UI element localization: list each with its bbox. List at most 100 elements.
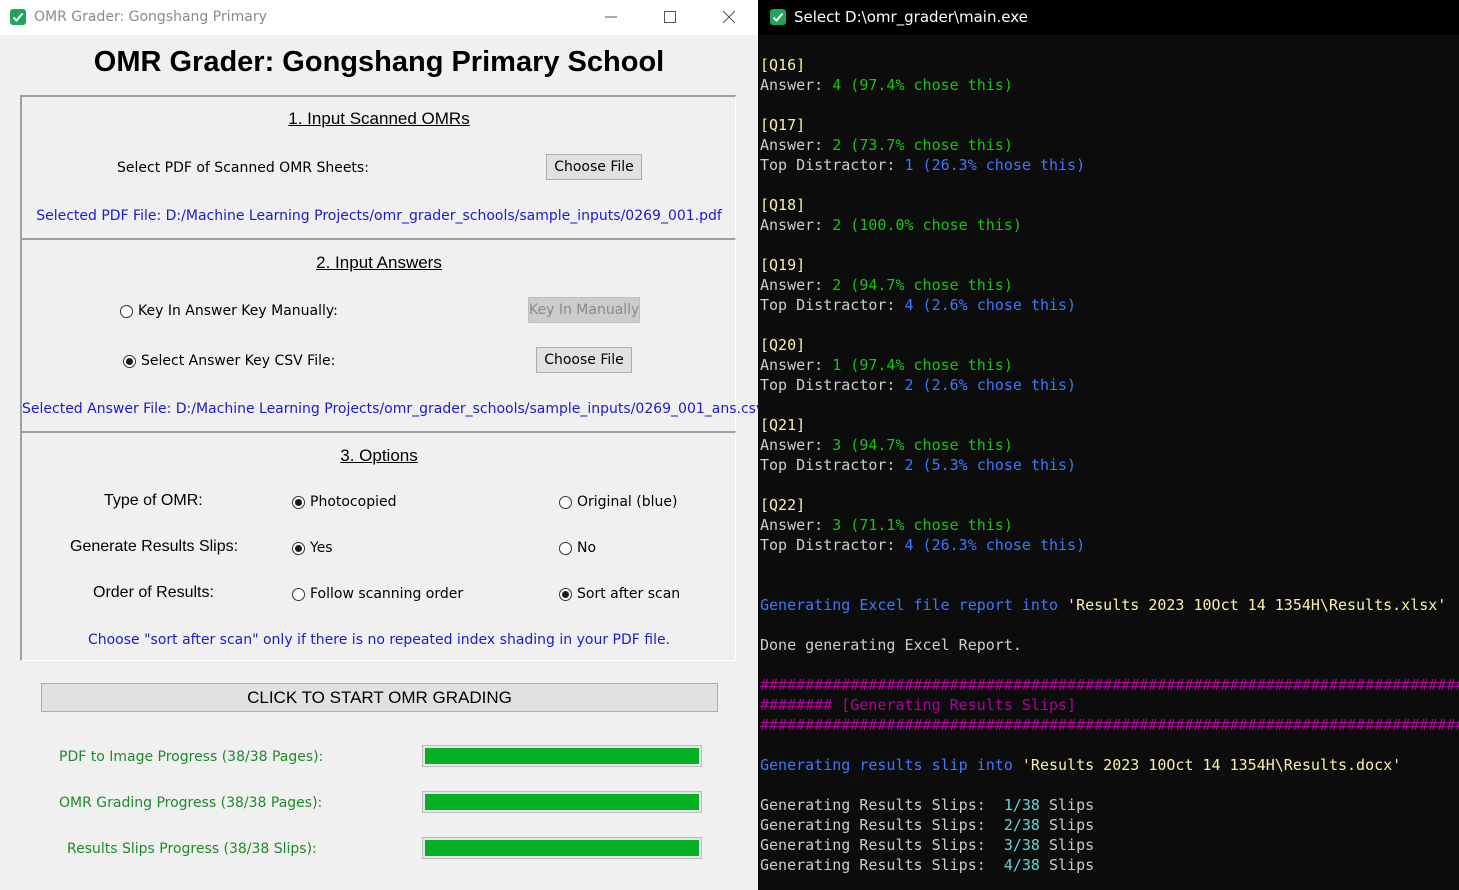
console-text: Answer: bbox=[760, 356, 833, 374]
console-text: Slips bbox=[1039, 836, 1095, 854]
radio-selected-dot bbox=[295, 545, 302, 552]
console-line: [Q21] bbox=[760, 415, 1459, 435]
console-text: 4 (26.3% chose this) bbox=[904, 536, 1086, 554]
console-line: [Q22] bbox=[760, 495, 1459, 515]
console-line: Answer: 2 (73.7% chose this) bbox=[760, 135, 1459, 155]
slips-yes-radio[interactable] bbox=[292, 542, 305, 555]
console-line: Generating Results Slips: 1/38 Slips bbox=[760, 795, 1459, 815]
original-blue-radio[interactable] bbox=[559, 496, 572, 509]
console-text: Generating Excel file report into bbox=[760, 596, 1068, 614]
console-text: 4 (2.6% chose this) bbox=[904, 296, 1077, 314]
radio-selected-dot bbox=[562, 591, 569, 598]
input-answers-section: 2. Input Answers Key In Answer Key Manua… bbox=[20, 238, 758, 432]
console-text: Generating results slip into bbox=[760, 756, 1022, 774]
console-text: ########################################… bbox=[760, 716, 1459, 734]
console-line: Answer: 3 (94.7% chose this) bbox=[760, 435, 1459, 455]
console-text: 3 (71.1% chose this) bbox=[832, 516, 1013, 534]
manual-key-radio[interactable] bbox=[120, 305, 133, 318]
maximize-button[interactable] bbox=[647, 0, 693, 35]
progress-fill bbox=[425, 794, 699, 810]
console-text: ########################################… bbox=[760, 676, 1459, 694]
csv-key-radio[interactable] bbox=[123, 355, 136, 368]
console-line: [Q16] bbox=[760, 55, 1459, 75]
console-line: Answer: 4 (97.4% chose this) bbox=[760, 75, 1459, 95]
omr-type-label: Type of OMR: bbox=[104, 492, 203, 509]
slips-yes-label: Yes bbox=[310, 540, 333, 556]
console-line: Top Distractor: 4 (2.6% chose this) bbox=[760, 295, 1459, 315]
grading-progress-bar bbox=[422, 791, 702, 813]
console-line: Done generating Excel Report. bbox=[760, 635, 1459, 655]
app-checkmark-icon bbox=[770, 9, 786, 25]
console-line: Answer: 2 (100.0% chose this) bbox=[760, 215, 1459, 235]
start-grading-button[interactable]: CLICK TO START OMR GRADING bbox=[41, 683, 718, 712]
sort-after-scan-label: Sort after scan bbox=[577, 586, 681, 602]
console-text: Top Distractor: bbox=[760, 536, 905, 554]
console-text: ######## [Generating Results Slips] bbox=[760, 696, 1077, 714]
close-button[interactable] bbox=[706, 0, 752, 35]
console-text: Slips bbox=[1039, 816, 1095, 834]
console-line: [Q20] bbox=[760, 335, 1459, 355]
key-in-manually-button[interactable]: Key In Manually bbox=[528, 297, 640, 323]
progress-fill bbox=[425, 748, 699, 764]
console-output: [Q16] Answer: 4 (97.4% chose this) [Q17] An… bbox=[760, 55, 1459, 875]
console-line: Top Distractor: 4 (26.3% chose this) bbox=[760, 535, 1459, 555]
follow-scan-order-radio[interactable] bbox=[292, 588, 305, 601]
console-text: 2 (73.7% chose this) bbox=[832, 136, 1013, 154]
console-text: Generating Results Slips: bbox=[760, 856, 1004, 874]
photocopied-label: Photocopied bbox=[310, 494, 397, 510]
console-text: 3 (94.7% chose this) bbox=[832, 436, 1013, 454]
section-title: 3. Options bbox=[340, 446, 418, 465]
console-text: [Q22] bbox=[760, 496, 806, 514]
console-text: [Q20] bbox=[760, 336, 806, 354]
results-slips-label: Generate Results Slips: bbox=[70, 538, 239, 555]
console-text: Answer: bbox=[760, 76, 833, 94]
console-text: [Q17] bbox=[760, 116, 806, 134]
console-line: Generating Excel file report into 'Resul… bbox=[760, 595, 1459, 615]
console-line: [Q17] bbox=[760, 115, 1459, 135]
console-line: [Q19] bbox=[760, 255, 1459, 275]
console-text: 2 (100.0% chose this) bbox=[832, 216, 1022, 234]
slips-no-label: No bbox=[577, 540, 597, 556]
minimize-button[interactable] bbox=[588, 0, 634, 35]
slips-progress-bar bbox=[422, 837, 702, 859]
console-text: Answer: bbox=[760, 436, 833, 454]
console-text: 2 (2.6% chose this) bbox=[904, 376, 1077, 394]
console-line: Answer: 1 (97.4% chose this) bbox=[760, 355, 1459, 375]
console-text: [Q16] bbox=[760, 56, 806, 74]
console-line: ######## [Generating Results Slips] bbox=[760, 695, 1459, 715]
console-text: 'Results 2023 10Oct 14 1354H\Results.xls… bbox=[1067, 596, 1447, 614]
photocopied-radio[interactable] bbox=[292, 496, 305, 509]
csv-key-label: Select Answer Key CSV File: bbox=[141, 353, 336, 369]
console-text: 4/38 bbox=[1003, 856, 1040, 874]
choose-pdf-button[interactable]: Choose File bbox=[546, 154, 642, 180]
sort-after-scan-radio[interactable] bbox=[559, 588, 572, 601]
console-text: Top Distractor: bbox=[760, 376, 905, 394]
console-line: [Q18] bbox=[760, 195, 1459, 215]
select-pdf-label: Select PDF of Scanned OMR Sheets: bbox=[117, 160, 369, 176]
console-text: 2 (94.7% chose this) bbox=[832, 276, 1013, 294]
app-titlebar: OMR Grader: Gongshang Primary bbox=[0, 0, 758, 35]
pdf-progress-bar bbox=[422, 745, 702, 767]
console-line: Generating Results Slips: 3/38 Slips bbox=[760, 835, 1459, 855]
console-line: Top Distractor: 2 (2.6% chose this) bbox=[760, 375, 1459, 395]
grading-progress-label: OMR Grading Progress (38/38 Pages): bbox=[59, 795, 323, 811]
console-text: Answer: bbox=[760, 276, 833, 294]
console-line: ########################################… bbox=[760, 715, 1459, 735]
radio-selected-dot bbox=[126, 358, 133, 365]
slips-progress-label: Results Slips Progress (38/38 Slips): bbox=[67, 841, 317, 857]
console-line: Generating results slip into 'Results 20… bbox=[760, 755, 1459, 775]
progress-fill bbox=[425, 840, 699, 856]
console-line: Answer: 2 (94.7% chose this) bbox=[760, 275, 1459, 295]
follow-scan-order-label: Follow scanning order bbox=[310, 586, 464, 602]
console-text: Answer: bbox=[760, 516, 833, 534]
slips-no-radio[interactable] bbox=[559, 542, 572, 555]
input-scanned-omrs-section: 1. Input Scanned OMRs Select PDF of Scan… bbox=[20, 95, 736, 239]
choose-csv-button[interactable]: Choose File bbox=[536, 347, 632, 373]
